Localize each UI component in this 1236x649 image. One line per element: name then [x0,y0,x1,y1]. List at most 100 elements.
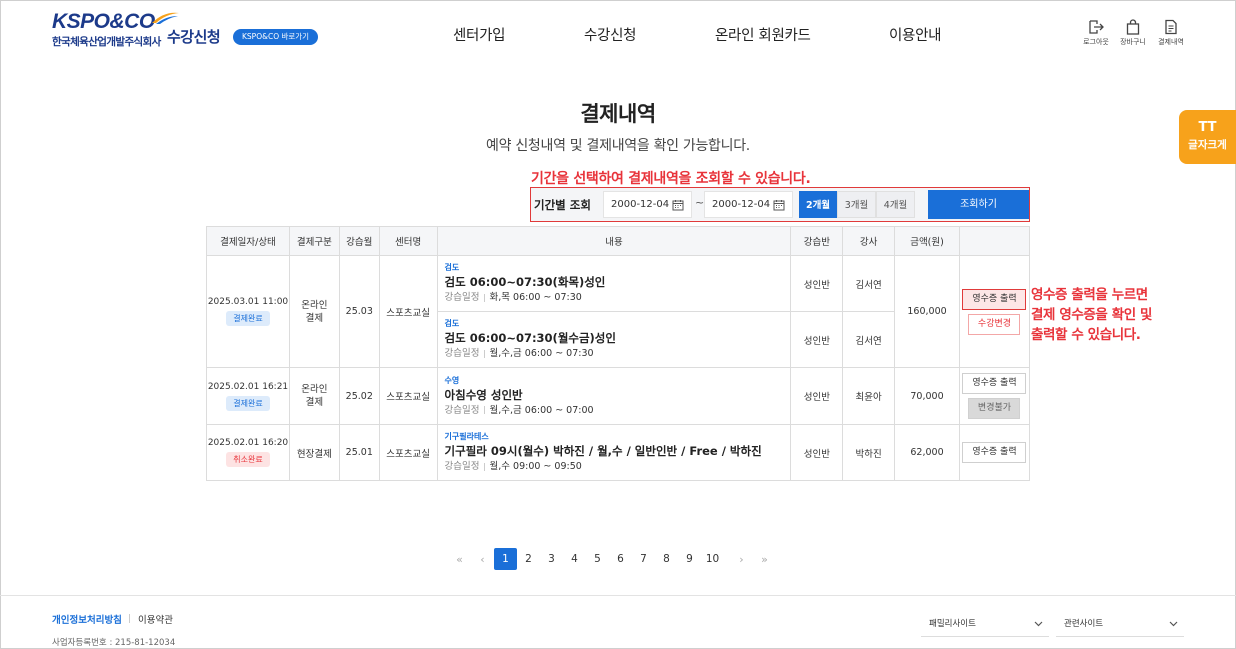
page-4[interactable]: 4 [563,548,586,570]
col-date-status: 결제일자/상태 [206,226,290,256]
terms-link[interactable]: 이용약관 [138,612,173,626]
page-6[interactable]: 6 [609,548,632,570]
class-cell: 성인반 [790,424,844,481]
course-schedule: 강습일정 월,수,금 06:00 ~ 07:30 [445,346,784,361]
logo-swoosh-icon [152,12,179,24]
nav-online-card[interactable]: 온라인 회원카드 [715,24,811,45]
family-site-label: 패밀리사이트 [929,619,976,629]
page-10[interactable]: 10 [701,548,724,570]
payment-history-button[interactable]: 결제내역 [1153,19,1189,47]
col-pay-type: 결제구분 [288,226,340,256]
page-title: 결제내역 [580,102,656,126]
month-cell: 25.01 [338,424,380,481]
status-badge: 결제완료 [226,395,270,411]
payment-history-label: 결제내역 [1158,38,1184,46]
actions-cell: 영수증 출력 변경불가 [958,367,1031,425]
cart-button[interactable]: 장바구니 [1115,19,1151,47]
teacher-cell: 김서연 [842,255,896,312]
nav-center-join[interactable]: 센터가입 [453,24,505,45]
center-cell: 스포츠교실 [378,255,438,368]
period-2-months[interactable]: 2개월 [799,191,837,218]
teacher-cell: 박하진 [842,424,896,481]
receipt-print-button[interactable]: 영수증 출력 [962,442,1027,463]
schedule-value: 월,수,금 06:00 ~ 07:30 [489,348,594,359]
page-3[interactable]: 3 [540,548,563,570]
order-date: 2025.02.01 16:21 [207,381,289,392]
kspo-logo[interactable]: KSPO&CO 한국체육산업개발주식회사 [52,10,179,49]
course-change-button[interactable]: 수강변경 [968,313,1021,335]
logout-button[interactable]: 로그아웃 [1078,19,1114,47]
related-site-select[interactable]: 관련사이트 [1056,613,1184,637]
receipt-hint-line: 결제 영수증을 확인 및 [1031,307,1153,323]
actions-cell: 영수증 출력 수강변경 [958,255,1031,368]
actions-cell: 영수증 출력 [958,424,1031,481]
date-separator: ~ [695,196,705,209]
page-1[interactable]: 1 [494,548,517,570]
month-cell: 25.03 [338,255,380,368]
schedule-value: 월,수 09:00 ~ 09:50 [489,461,582,472]
center-cell: 스포츠교실 [378,367,438,425]
next-page-icon[interactable]: › [730,553,753,566]
family-site-select[interactable]: 패밀리사이트 [921,613,1049,637]
privacy-policy-link[interactable]: 개인정보처리방침 [52,612,122,626]
page-7[interactable]: 7 [632,548,655,570]
content-cell: 검도 검도 06:00~07:30(화목)성인 강습일정 화,목 06:00 ~ … [436,255,792,312]
logo-wordmark: KSPO&CO [52,10,155,33]
last-page-icon[interactable]: » [753,553,776,566]
receipt-hint-annotation: 영수증 출력을 누르면 결제 영수증을 확인 및 출력할 수 있습니다. [1031,285,1152,345]
course-title: 검도 06:00~07:30(화목)성인 [444,275,606,289]
month-cell: 25.02 [338,367,380,425]
pay-type-cell: 현장결제 [288,424,340,481]
period-4-months[interactable]: 4개월 [876,191,915,218]
business-number: 사업자등록번호 : 215-81-12034 [52,638,176,648]
page-8[interactable]: 8 [655,548,678,570]
period-3-months[interactable]: 3개월 [837,191,876,218]
end-date-field[interactable]: 2000-12-04 [704,191,793,218]
teacher-cell: 김서연 [842,311,896,368]
start-date-value: 2000-12-04 [611,199,670,210]
brand-title: 수강신청 [167,28,221,46]
col-month: 강습월 [338,226,380,256]
order-date: 2025.02.01 16:20 [207,438,289,448]
content-cell: 기구필라테스 기구필라 09시(월수) 박하진 / 월,수 / 일반인반 / F… [436,424,792,481]
logout-label: 로그아웃 [1083,38,1109,46]
logo-company-name: 한국체육산업개발주식회사 [52,36,161,48]
footer-divider [0,595,1236,596]
teacher-cell: 최윤아 [842,367,896,425]
calendar-icon [773,200,785,211]
receipt-print-button[interactable]: 영수증 출력 [962,373,1027,394]
cart-label: 장바구니 [1120,38,1146,46]
col-teacher: 강사 [842,226,896,256]
end-date-value: 2000-12-04 [712,199,771,210]
page-5[interactable]: 5 [586,548,609,570]
change-unavailable-button: 변경불가 [968,398,1021,419]
first-page-icon[interactable]: « [448,553,471,566]
course-category: 수영 [444,375,460,385]
nav-guide[interactable]: 이용안내 [889,24,941,45]
course-category: 검도 [444,319,460,328]
table-row: 2025.03.01 11:00 결제완료 온라인 결제 25.03 스포츠교실… [206,255,1031,368]
course-category: 검도 [444,263,460,272]
order-date-cell: 2025.02.01 16:21 결제완료 [206,367,290,425]
col-actions [958,226,1031,256]
document-icon [1165,19,1177,35]
period-hint-annotation: 기간을 선택하여 결제내역을 조회할 수 있습니다. [531,171,811,187]
schedule-key: 강습일정 [444,292,480,303]
receipt-print-button[interactable]: 영수증 출력 [962,288,1027,310]
class-cell: 성인반 [790,367,844,425]
nav-course-apply[interactable]: 수강신청 [584,24,636,45]
kspo-shortcut-button[interactable]: KSPO&CO 바로가기 [233,29,319,45]
order-date-cell: 2025.02.01 16:20 취소완료 [206,424,290,481]
amount-cell: 70,000 [894,367,960,425]
amount-cell: 160,000 [894,255,960,368]
search-button[interactable]: 조회하기 [928,190,1029,219]
order-date: 2025.03.01 11:00 [207,297,289,307]
page-9[interactable]: 9 [678,548,701,570]
course-title: 아침수영 성인반 [444,387,523,402]
prev-page-icon[interactable]: ‹ [471,553,494,566]
receipt-hint-line: 영수증 출력을 누르면 [1031,287,1148,303]
page-2[interactable]: 2 [517,548,540,570]
payment-table: 결제일자/상태 결제구분 강습월 센터명 내용 강습반 강사 금액(원) 202… [206,226,1031,481]
footer-link-separator [129,614,130,623]
start-date-field[interactable]: 2000-12-04 [603,191,692,218]
